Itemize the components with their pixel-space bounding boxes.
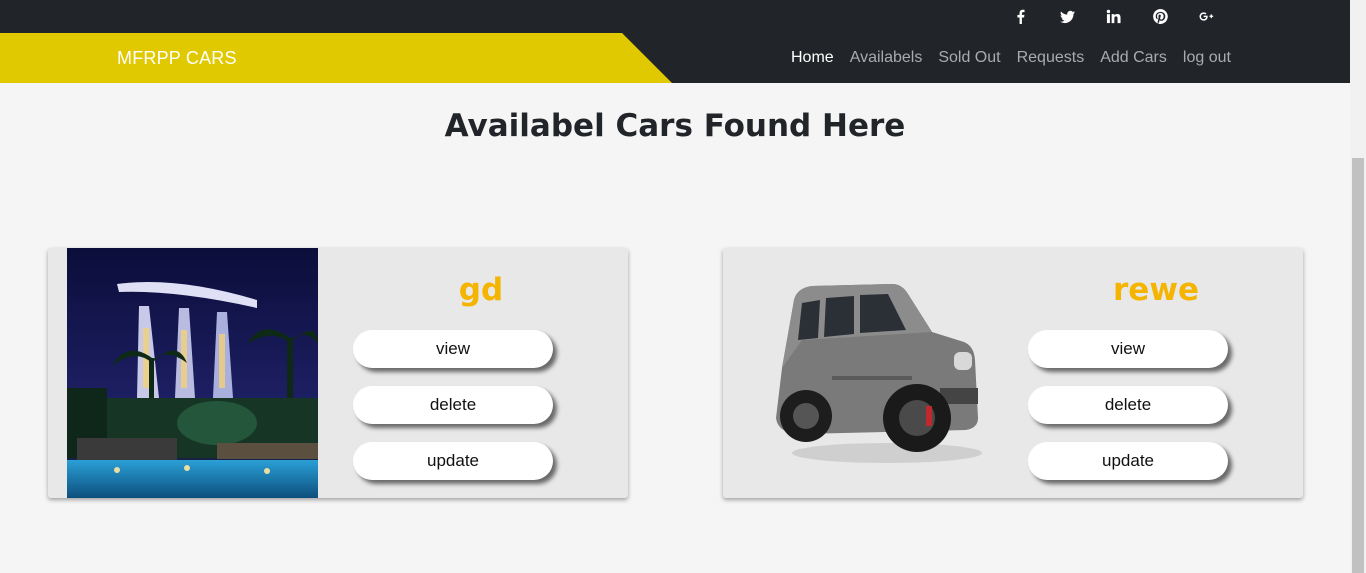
car-card: rewe view delete update [723, 248, 1303, 498]
car-name: gd [458, 272, 504, 308]
view-button[interactable]: view [353, 330, 553, 368]
main-nav: Home Availabels Sold Out Requests Add Ca… [791, 33, 1247, 83]
scrollbar-thumb[interactable] [1352, 158, 1364, 573]
nav-requests[interactable]: Requests [1017, 49, 1085, 67]
google-plus-icon[interactable] [1194, 0, 1218, 33]
navbar: MFRPP CARS Home Availabels Sold Out Requ… [0, 33, 1350, 83]
nav-sold-out[interactable]: Sold Out [938, 49, 1000, 67]
brand-logo[interactable]: MFRPP CARS [117, 33, 237, 83]
car-image [67, 248, 318, 498]
update-button[interactable]: update [353, 442, 553, 480]
facebook-icon[interactable] [1008, 0, 1032, 33]
nav-availabels[interactable]: Availabels [850, 49, 923, 67]
pinterest-icon[interactable] [1148, 0, 1172, 33]
top-bar [0, 0, 1350, 33]
page-title: Availabel Cars Found Here [444, 108, 906, 144]
update-button[interactable]: update [1028, 442, 1228, 480]
delete-button[interactable]: delete [353, 386, 553, 424]
brand-banner [0, 33, 672, 83]
nav-log-out[interactable]: log out [1183, 49, 1231, 67]
nav-add-cars[interactable]: Add Cars [1100, 49, 1167, 67]
car-name: rewe [1113, 272, 1199, 308]
car-image [742, 248, 993, 498]
view-button[interactable]: view [1028, 330, 1228, 368]
linkedin-icon[interactable] [1101, 0, 1125, 33]
nav-home[interactable]: Home [791, 49, 834, 67]
twitter-icon[interactable] [1055, 0, 1079, 33]
car-card: gd view delete update [48, 248, 628, 498]
delete-button[interactable]: delete [1028, 386, 1228, 424]
